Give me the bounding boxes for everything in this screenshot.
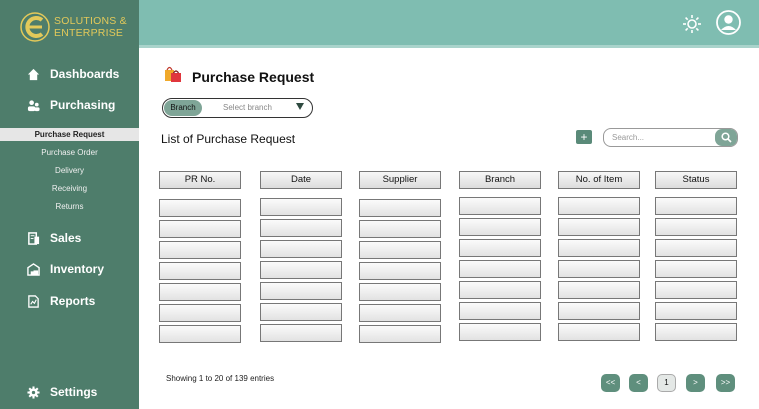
brand-name: SOLUTIONS & ENTERPRISE bbox=[54, 15, 127, 39]
table-cell bbox=[558, 302, 640, 320]
report-icon bbox=[26, 294, 40, 308]
sidebar-item-label: Sales bbox=[50, 231, 82, 245]
chevron-down-icon[interactable] bbox=[296, 103, 304, 110]
table-cell bbox=[655, 302, 737, 320]
subnav-returns[interactable]: Returns bbox=[0, 200, 139, 213]
column-header-date[interactable]: Date bbox=[260, 171, 342, 189]
table-cell bbox=[260, 303, 342, 321]
column-header-supplier[interactable]: Supplier bbox=[359, 171, 441, 189]
e-logo-icon bbox=[20, 12, 50, 42]
column-header-status[interactable]: Status bbox=[655, 171, 737, 189]
add-request-button[interactable]: + bbox=[576, 130, 592, 144]
table-cell bbox=[359, 199, 441, 217]
sidebar-item-reports[interactable]: Reports bbox=[26, 294, 95, 308]
subnav-delivery[interactable]: Delivery bbox=[0, 164, 139, 177]
table-cell bbox=[260, 324, 342, 342]
table-cell bbox=[159, 241, 241, 259]
warehouse-icon bbox=[26, 262, 40, 276]
table-cell bbox=[655, 260, 737, 278]
shopping-bags-icon bbox=[165, 66, 181, 82]
sidebar-item-label: Reports bbox=[50, 294, 96, 308]
table-cell bbox=[359, 220, 441, 238]
table-cell bbox=[359, 325, 441, 343]
brand-line-1: SOLUTIONS & bbox=[54, 15, 127, 27]
sidebar-item-label: Inventory bbox=[50, 262, 105, 276]
table-cell bbox=[359, 304, 441, 322]
top-bar bbox=[139, 0, 759, 45]
branch-tag: Branch bbox=[164, 100, 202, 116]
column-header-pr-no[interactable]: PR No. bbox=[159, 171, 241, 189]
subnav-receiving[interactable]: Receiving bbox=[0, 182, 139, 195]
top-bar-divider bbox=[139, 45, 759, 48]
table-cell bbox=[260, 219, 342, 237]
sidebar-item-label: Dashboards bbox=[50, 67, 120, 81]
table-cell bbox=[558, 323, 640, 341]
prev-page-button[interactable]: < bbox=[629, 374, 648, 392]
table-cell bbox=[558, 218, 640, 236]
subnav-purchase-request[interactable]: Purchase Request bbox=[0, 128, 139, 141]
table-cell bbox=[459, 260, 541, 278]
entries-info: Showing 1 to 20 of 139 entries bbox=[166, 374, 275, 383]
first-page-button[interactable]: << bbox=[601, 374, 620, 392]
table-cell bbox=[655, 239, 737, 257]
column-header-branch[interactable]: Branch bbox=[459, 171, 541, 189]
table-cell bbox=[459, 281, 541, 299]
table-cell bbox=[459, 197, 541, 215]
table-cell bbox=[260, 198, 342, 216]
table-cell bbox=[558, 197, 640, 215]
table-cell bbox=[459, 302, 541, 320]
sidebar-item-settings[interactable]: Settings bbox=[26, 385, 97, 399]
user-avatar-icon[interactable] bbox=[716, 10, 741, 35]
next-page-button[interactable]: > bbox=[686, 374, 705, 392]
table-cell bbox=[459, 239, 541, 257]
sidebar-item-label: Settings bbox=[50, 385, 98, 399]
table-cell bbox=[459, 323, 541, 341]
search-placeholder: Search... bbox=[612, 133, 645, 142]
current-page-button[interactable]: 1 bbox=[657, 374, 676, 392]
brand-logo[interactable]: SOLUTIONS & ENTERPRISE bbox=[20, 10, 135, 46]
branch-placeholder: Select branch bbox=[223, 103, 272, 112]
home-icon bbox=[26, 67, 40, 81]
sidebar-item-dashboards[interactable]: Dashboards bbox=[26, 67, 119, 81]
table-cell bbox=[159, 283, 241, 301]
branch-select[interactable]: Branch Select branch bbox=[162, 98, 313, 118]
brand-line-2: ENTERPRISE bbox=[54, 27, 124, 39]
table-cell bbox=[159, 199, 241, 217]
table-cell bbox=[655, 281, 737, 299]
subnav-purchase-order[interactable]: Purchase Order bbox=[0, 146, 139, 159]
users-icon bbox=[26, 98, 40, 112]
table-cell bbox=[159, 325, 241, 343]
table-cell bbox=[558, 239, 640, 257]
search-input[interactable]: Search... bbox=[603, 128, 738, 147]
sidebar-item-sales[interactable]: Sales bbox=[26, 231, 81, 245]
table-cell bbox=[260, 282, 342, 300]
table-cell bbox=[558, 281, 640, 299]
table-cell bbox=[359, 262, 441, 280]
list-title: List of Purchase Request bbox=[161, 132, 296, 146]
search-icon bbox=[720, 132, 732, 143]
receipt-icon bbox=[26, 231, 40, 245]
search-button[interactable] bbox=[715, 129, 737, 146]
page-title: Purchase Request bbox=[192, 69, 315, 85]
table-cell bbox=[655, 197, 737, 215]
table-cell bbox=[655, 218, 737, 236]
table-cell bbox=[260, 261, 342, 279]
column-header-no-of-item[interactable]: No. of Item bbox=[558, 171, 640, 189]
table-cell bbox=[359, 283, 441, 301]
last-page-button[interactable]: >> bbox=[716, 374, 735, 392]
sidebar-item-inventory[interactable]: Inventory bbox=[26, 262, 104, 276]
table-cell bbox=[558, 260, 640, 278]
table-cell bbox=[655, 323, 737, 341]
gear-icon bbox=[26, 385, 40, 399]
table-cell bbox=[159, 220, 241, 238]
sidebar-item-purchasing[interactable]: Purchasing bbox=[26, 98, 115, 112]
sidebar: SOLUTIONS & ENTERPRISE Dashboards Purcha… bbox=[0, 0, 139, 409]
table-cell bbox=[159, 262, 241, 280]
table-cell bbox=[359, 241, 441, 259]
table-cell bbox=[260, 240, 342, 258]
sun-icon[interactable] bbox=[682, 14, 702, 34]
table-cell bbox=[459, 218, 541, 236]
sidebar-item-label: Purchasing bbox=[50, 98, 116, 112]
table-cell bbox=[159, 304, 241, 322]
